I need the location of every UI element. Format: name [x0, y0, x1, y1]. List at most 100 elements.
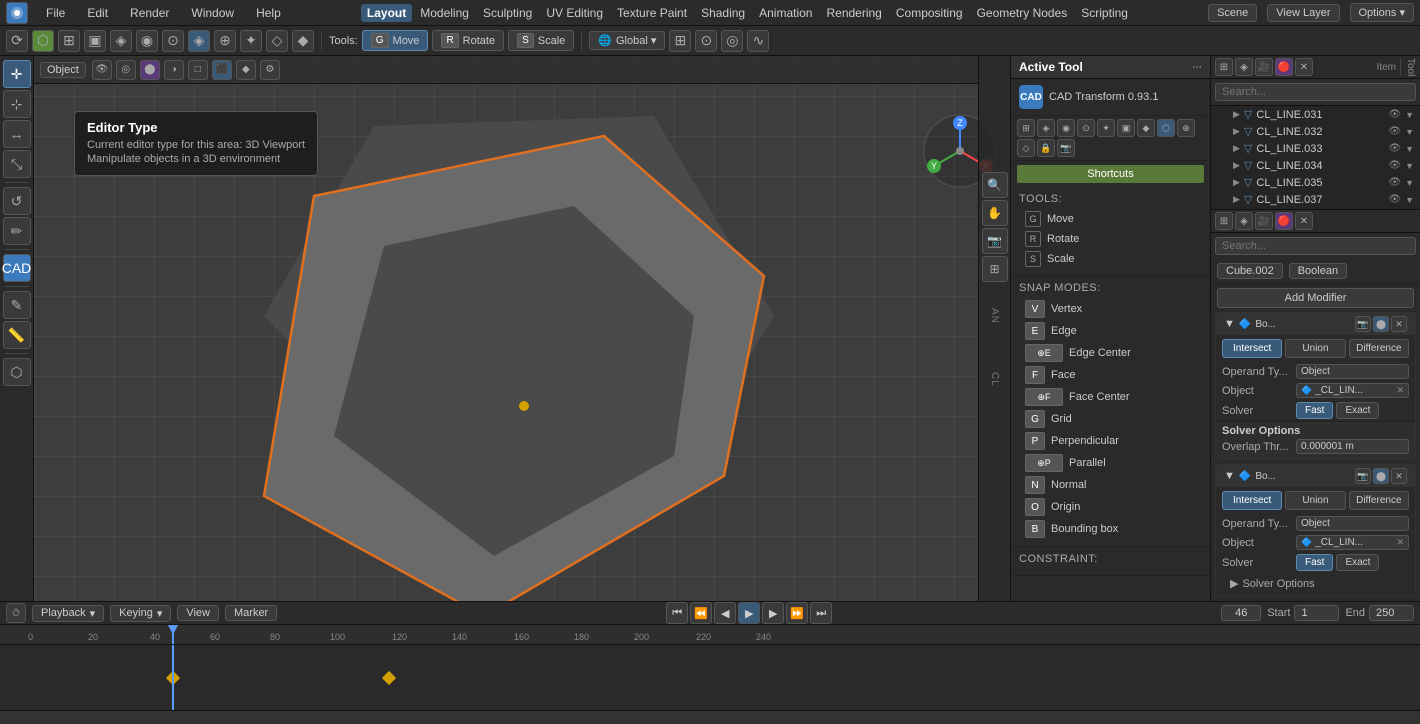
toolbar-icon-12[interactable]: ◆	[292, 30, 314, 52]
at-icon-10[interactable]: ◇	[1017, 139, 1035, 157]
scene-dropdown[interactable]: Scene	[1208, 4, 1257, 22]
toolbar-icon-9[interactable]: ⊕	[214, 30, 236, 52]
toolbar-icon-4[interactable]: ▣	[84, 30, 106, 52]
cad-tool[interactable]: CAD	[3, 254, 31, 282]
measure-tool[interactable]: 📏	[3, 321, 31, 349]
marker-menu-btn[interactable]: Marker	[225, 605, 277, 621]
proportional-falloff[interactable]: ∿	[747, 30, 769, 52]
toolbar-icon-7[interactable]: ⊙	[162, 30, 184, 52]
view-menu-btn[interactable]: View	[177, 605, 219, 621]
add-tool[interactable]: ✎	[3, 291, 31, 319]
add-modifier-button[interactable]: Add Modifier	[1217, 288, 1414, 308]
transform-tool[interactable]: ↔	[3, 120, 31, 148]
toolbar-icon-1[interactable]: ⟳	[6, 30, 28, 52]
at-icon-8[interactable]: ⬡	[1157, 119, 1175, 137]
overlap-value-1[interactable]: 0.000001 m	[1296, 439, 1409, 454]
props-search-input[interactable]	[1215, 237, 1416, 255]
tree-filter-6[interactable]: ▼	[1405, 195, 1414, 205]
toolbar-icon-11[interactable]: ◇	[266, 30, 288, 52]
options-btn[interactable]: Options ▾	[1350, 3, 1415, 22]
jump-start-btn[interactable]: ⏮	[666, 602, 688, 624]
bool-intersect-btn-1[interactable]: Intersect	[1222, 339, 1282, 358]
viewport-render-icon[interactable]: ⬤	[140, 60, 160, 80]
tree-item-cl033[interactable]: ▶ ▽ CL_LINE.033 👁 ▼	[1211, 140, 1420, 157]
bool-union-btn-2[interactable]: Union	[1285, 491, 1345, 510]
tree-filter-3[interactable]: ▼	[1405, 144, 1414, 154]
at-icon-2[interactable]: ◈	[1037, 119, 1055, 137]
viewport-options-icon[interactable]: ⚙	[260, 60, 280, 80]
viewport-rendered-icon[interactable]: ⬛	[212, 60, 232, 80]
bool-cam-icon-2[interactable]: 📷	[1355, 468, 1371, 484]
props-icon-5[interactable]: ✕	[1295, 212, 1313, 230]
snap-toggle[interactable]: ⊞	[669, 30, 691, 52]
tree-item-cl031[interactable]: ▶ ▽ CL_LINE.031 👁 ▼	[1211, 106, 1420, 123]
at-icon-4[interactable]: ⊙	[1077, 119, 1095, 137]
toolbar-icon-2[interactable]: ⬡	[32, 30, 54, 52]
tab-compositing[interactable]: Compositing	[890, 4, 969, 22]
bool-object-value-1[interactable]: 🔷 _CL_LIN... ✕	[1296, 383, 1409, 398]
props-icon-3[interactable]: 🎥	[1255, 212, 1273, 230]
outliner-search-input[interactable]	[1215, 83, 1416, 101]
menu-edit[interactable]: Edit	[81, 4, 114, 22]
step-fwd-btn[interactable]: ⏩	[786, 602, 808, 624]
bool-cam-icon-1[interactable]: 📷	[1355, 316, 1371, 332]
viewport-solid-icon[interactable]: ◑	[164, 60, 184, 80]
viewport-overlay-icon[interactable]: ◎	[116, 60, 136, 80]
vr-search-icon[interactable]: 🔍	[982, 172, 1008, 198]
bool-operand-value-2[interactable]: Object	[1296, 516, 1409, 531]
bool-render-icon-1[interactable]: ⬤	[1373, 316, 1389, 332]
step-back-btn[interactable]: ⏪	[690, 602, 712, 624]
playback-menu-btn[interactable]: Playback ▾	[32, 605, 104, 622]
at-icon-7[interactable]: ◆	[1137, 119, 1155, 137]
rotate-free-tool[interactable]: ↺	[3, 187, 31, 215]
menu-help[interactable]: Help	[250, 4, 287, 22]
panel-expand-icon[interactable]: ⋯	[1192, 62, 1202, 73]
scale-free-tool[interactable]: ⤡	[3, 150, 31, 178]
view-layer-dropdown[interactable]: View Layer	[1267, 4, 1339, 22]
tree-eye-3[interactable]: 👁	[1388, 143, 1401, 154]
tree-eye-4[interactable]: 👁	[1388, 160, 1401, 171]
cube-name-btn[interactable]: Cube.002	[1217, 263, 1283, 279]
tab-geometry-nodes[interactable]: Geometry Nodes	[971, 4, 1074, 22]
outliner-icon-4[interactable]: 🔴	[1275, 58, 1293, 76]
select-tool[interactable]: ⊹	[3, 90, 31, 118]
timeline-editor-icon[interactable]: ⏱	[6, 603, 26, 623]
transform-mode-dropdown[interactable]: 🌐 Global ▾	[589, 31, 665, 50]
bool-diff-btn-1[interactable]: Difference	[1349, 339, 1409, 358]
jump-fwd-btn[interactable]: ▶	[762, 602, 784, 624]
tab-sculpting[interactable]: Sculpting	[477, 4, 538, 22]
boolean-name-btn[interactable]: Boolean	[1289, 263, 1347, 279]
toolbar-icon-6[interactable]: ◉	[136, 30, 158, 52]
solver-options-btn-2[interactable]: ▶ Solver Options	[1222, 575, 1409, 592]
transform-pivot[interactable]: ⬡	[3, 358, 31, 386]
tab-rendering[interactable]: Rendering	[820, 4, 887, 22]
timeline-content[interactable]	[0, 645, 1420, 710]
tab-modeling[interactable]: Modeling	[414, 4, 475, 22]
menu-render[interactable]: Render	[124, 4, 175, 22]
start-frame-input[interactable]: 1	[1294, 605, 1339, 621]
tree-eye-5[interactable]: 👁	[1388, 177, 1401, 188]
tree-filter-1[interactable]: ▼	[1405, 110, 1414, 120]
outliner-icon-3[interactable]: 🎥	[1255, 58, 1273, 76]
bool-object-value-2[interactable]: 🔷 _CL_LIN... ✕	[1296, 535, 1409, 550]
bool-header-2[interactable]: ▼ 🔷 Bo... 📷 ⬤ ✕	[1216, 465, 1415, 487]
tree-item-cl037[interactable]: ▶ ▽ CL_LINE.037 👁 ▼	[1211, 191, 1420, 208]
tree-eye-2[interactable]: 👁	[1388, 126, 1401, 137]
app-logo[interactable]	[6, 2, 28, 24]
annotate-tool[interactable]: ✏	[3, 217, 31, 245]
bool-obj-x-1[interactable]: ✕	[1396, 385, 1404, 396]
cursor-tool[interactable]: ✛	[3, 60, 31, 88]
outliner-icon-1[interactable]: ⊞	[1215, 58, 1233, 76]
solver-fast-btn-2[interactable]: Fast	[1296, 554, 1333, 571]
toolbar-icon-10[interactable]: ✦	[240, 30, 262, 52]
bool-header-1[interactable]: ▼ 🔷 Bo... 📷 ⬤ ✕	[1216, 313, 1415, 335]
move-tool-btn[interactable]: G Move	[362, 30, 429, 51]
bool-close-icon-1[interactable]: ✕	[1391, 316, 1407, 332]
at-icon-9[interactable]: ⊕	[1177, 119, 1195, 137]
tree-eye-1[interactable]: 👁	[1388, 109, 1401, 120]
at-icon-11[interactable]: 🔒	[1037, 139, 1055, 157]
proportional-edit[interactable]: ◎	[721, 30, 743, 52]
timeline-scrollbar[interactable]	[0, 710, 1420, 724]
solver-fast-btn-1[interactable]: Fast	[1296, 402, 1333, 419]
tree-filter-4[interactable]: ▼	[1405, 161, 1414, 171]
